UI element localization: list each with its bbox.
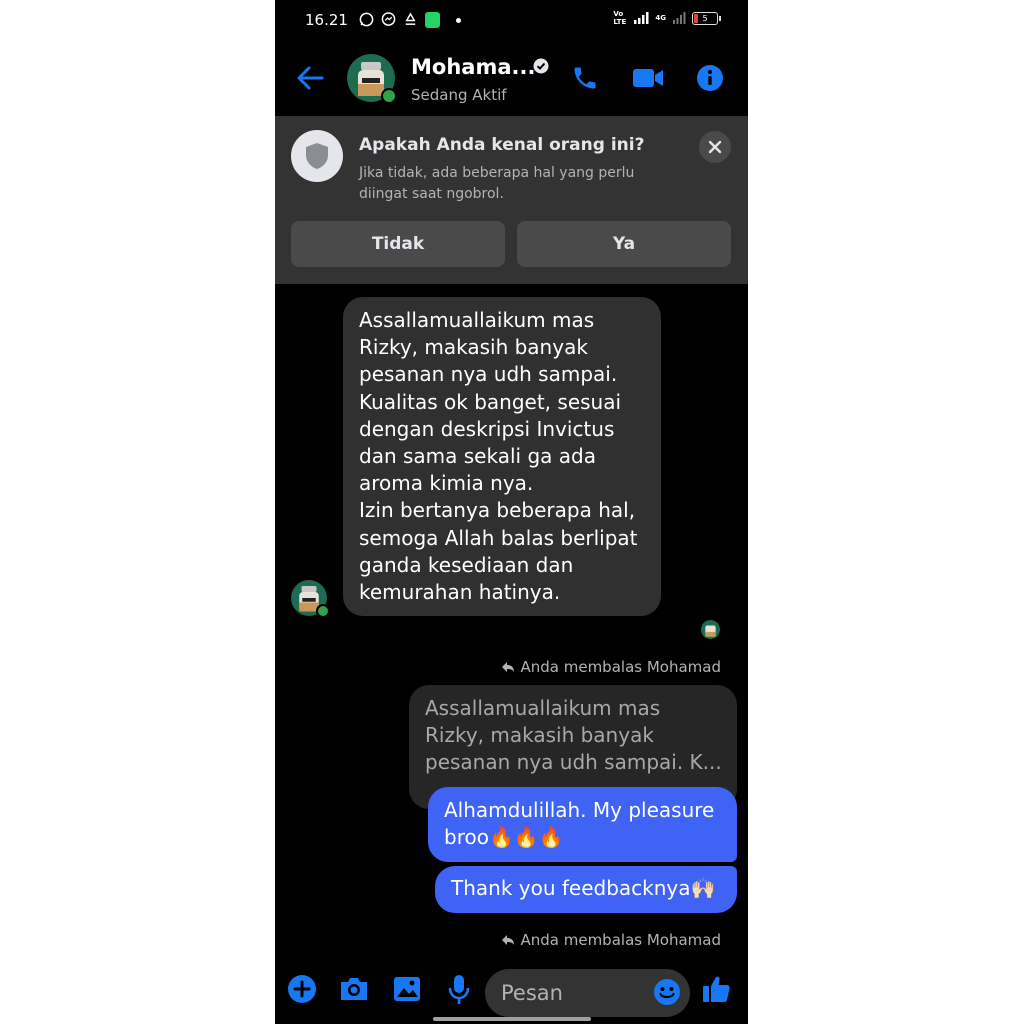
outgoing-message-text: Alhamdulillah. My pleasure broo🔥🔥🔥 xyxy=(444,798,715,850)
video-camera-icon[interactable] xyxy=(632,67,664,89)
status-indicators: Vo LTE 4G 5 xyxy=(613,10,721,26)
safety-banner: Apakah Anda kenal orang ini? Jika tidak,… xyxy=(275,116,748,284)
incoming-message-bubble[interactable]: Assallamuallaikum mas Rizky, makasih ban… xyxy=(343,297,661,616)
shield-badge xyxy=(291,130,343,182)
contact-name[interactable]: Mohama... xyxy=(411,55,535,79)
phone-icon[interactable] xyxy=(571,64,599,92)
close-button[interactable] xyxy=(699,131,731,163)
app-notification-icon xyxy=(425,12,440,28)
network-type-label: 4G xyxy=(655,13,666,22)
recycle-icon xyxy=(405,12,416,25)
microphone-icon[interactable] xyxy=(447,974,471,1006)
incoming-message-text: Assallamuallaikum mas Rizky, makasih ban… xyxy=(359,308,638,605)
reply-label-text: Anda membalas Mohamad xyxy=(520,931,721,949)
seen-receipt-avatar xyxy=(701,620,720,639)
back-arrow-icon[interactable] xyxy=(295,64,325,92)
outgoing-message-text: Thank you feedbacknya🙌🏻 xyxy=(451,876,716,900)
status-time: 16.21 xyxy=(305,11,348,29)
reply-label: Anda membalas Mohamad xyxy=(501,931,721,949)
volte-label: Vo LTE xyxy=(613,10,627,26)
outgoing-message-bubble[interactable]: Alhamdulillah. My pleasure broo🔥🔥🔥 xyxy=(428,787,737,862)
banner-description: Jika tidak, ada beberapa hal yang perlu … xyxy=(359,165,635,202)
reply-icon xyxy=(502,935,515,945)
quoted-message-text: Assallamuallaikum mas Rizky, makasih ban… xyxy=(425,696,722,775)
info-icon[interactable] xyxy=(696,64,724,92)
close-icon xyxy=(708,140,722,154)
no-button[interactable]: Tidak xyxy=(291,221,505,267)
outgoing-message-bubble[interactable]: Thank you feedbacknya🙌🏻 xyxy=(435,866,737,913)
shield-icon xyxy=(306,143,328,169)
online-indicator xyxy=(381,88,397,104)
sender-online-indicator xyxy=(316,604,330,618)
emoji-icon[interactable] xyxy=(653,978,681,1006)
home-indicator[interactable] xyxy=(433,1017,591,1021)
thumbs-up-icon[interactable] xyxy=(701,974,731,1004)
more-notifications-dot xyxy=(456,18,461,23)
signal-off-icon xyxy=(673,12,686,24)
banner-title: Apakah Anda kenal orang ini? xyxy=(359,135,645,155)
verified-icon xyxy=(533,58,549,74)
reply-label-text: Anda membalas Mohamad xyxy=(520,658,721,676)
reply-label: Anda membalas Mohamad xyxy=(501,658,721,676)
active-status: Sedang Aktif xyxy=(411,86,507,104)
plus-icon[interactable] xyxy=(287,974,317,1004)
signal-icon xyxy=(634,12,649,24)
messenger-screen: 16.21 Vo LTE 4G 5 Mohama... Sedang Aktif… xyxy=(275,0,748,1024)
battery-level: 5 xyxy=(702,13,708,23)
whatsapp-icon xyxy=(359,12,374,27)
battery-icon: 5 xyxy=(692,11,721,25)
reply-icon xyxy=(502,662,515,672)
camera-icon[interactable] xyxy=(338,974,370,1004)
messenger-icon xyxy=(381,12,396,26)
gallery-icon[interactable] xyxy=(392,974,422,1004)
yes-button[interactable]: Ya xyxy=(517,221,731,267)
